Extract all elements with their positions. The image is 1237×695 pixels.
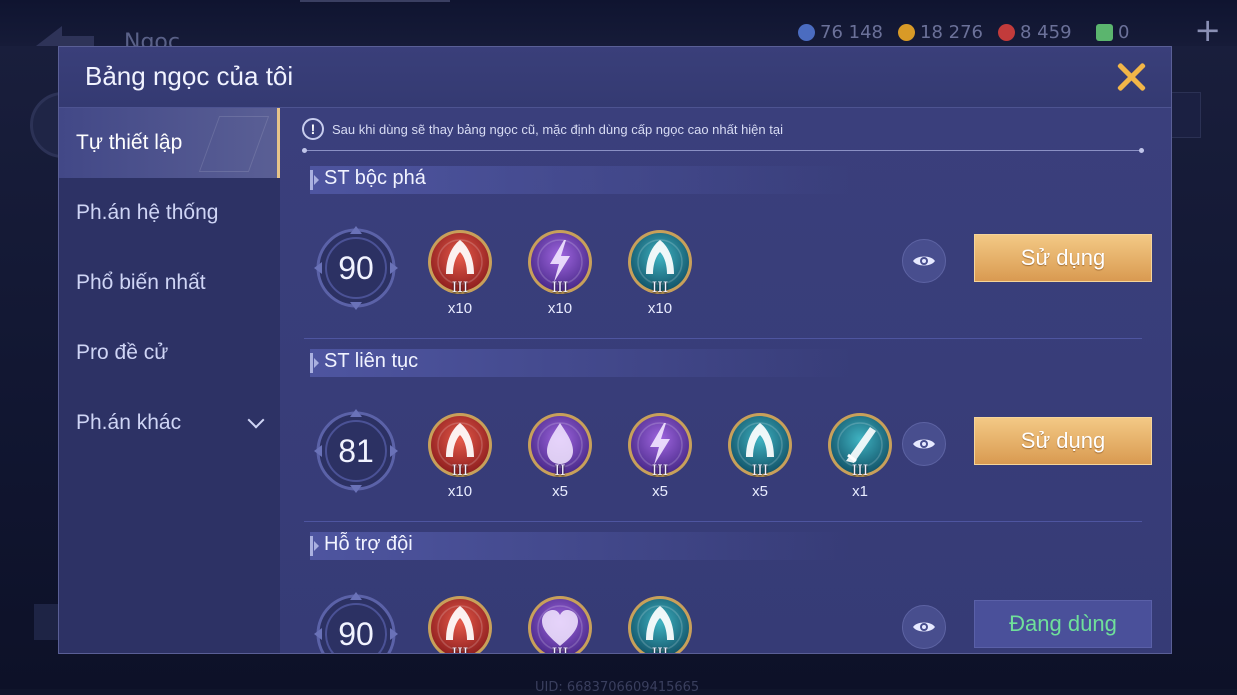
gem-count: x5 <box>752 483 768 500</box>
sidebar-item-pro[interactable]: Pro đề cử <box>59 318 280 388</box>
gem-teal[interactable]: III x1 <box>826 411 894 503</box>
gem-tier: III <box>551 280 569 296</box>
sidebar-item-label: Tự thiết lập <box>76 131 183 154</box>
gem-count: x10 <box>647 300 673 317</box>
currency-value: 76 148 <box>820 22 883 43</box>
notice-text: Sau khi dùng sẽ thay bảng ngọc cũ, mặc đ… <box>332 121 783 137</box>
sidebar-item-label: Pro đề cử <box>76 341 169 364</box>
eye-icon <box>913 439 935 449</box>
gem-level-value: 90 <box>338 615 374 652</box>
preview-button[interactable] <box>902 239 946 283</box>
gem-set-name: ST liên tục <box>324 350 419 372</box>
top-divider <box>300 0 450 2</box>
gem-level-value: 90 <box>338 249 374 286</box>
in-use-button[interactable]: Đang dùng <box>974 600 1152 648</box>
gem-tier: III <box>551 646 569 654</box>
modal-header: Bảng ngọc của tôi <box>59 47 1171 108</box>
sidebar-item-popular[interactable]: Phổ biến nhất <box>59 248 280 318</box>
gem-level-badge: 90 <box>314 226 398 310</box>
gem-tier: III <box>451 280 469 296</box>
section-divider <box>304 338 1142 339</box>
currency-value: 8 459 <box>1020 22 1072 43</box>
gem-tier: II <box>554 463 566 479</box>
gem-level-value: 81 <box>338 432 374 469</box>
gem-purple[interactable]: III x10 <box>526 228 594 320</box>
eye-icon <box>913 622 935 632</box>
diamond-icon <box>798 24 815 41</box>
gem-set: Hỗ trợ đội 90 IIIx10 IIIx10 IIIx10 Đang dùng <box>280 532 1171 654</box>
currency-voucher: 0 <box>1096 22 1129 43</box>
info-icon: ! <box>302 118 324 140</box>
gem-set-name: ST bộc phá <box>324 167 426 189</box>
gem-set-header: ST liên tục <box>310 349 850 377</box>
sidebar: Tự thiết lập Ph.án hệ thống Phổ biến nhấ… <box>59 108 280 653</box>
sidebar-item-system[interactable]: Ph.án hệ thống <box>59 178 280 248</box>
preview-button[interactable] <box>902 605 946 649</box>
close-button[interactable] <box>1115 61 1147 93</box>
gem-level-badge: 81 <box>314 409 398 493</box>
modal-title: Bảng ngọc của tôi <box>85 61 294 91</box>
sidebar-item-label: Ph.án khác <box>76 411 182 434</box>
gem-teal[interactable]: IIIx10 <box>626 594 694 654</box>
gem-red[interactable]: III x10 <box>426 228 494 320</box>
sidebar-item-label: Phổ biến nhất <box>76 271 206 294</box>
gem-tier: III <box>451 646 469 654</box>
chevron-down-icon <box>247 411 265 429</box>
section-divider <box>304 521 1142 522</box>
voucher-icon <box>1096 24 1113 41</box>
gem-red[interactable]: III x10 <box>426 411 494 503</box>
gem-set: ST liên tục 81 III x10 II x5 III x5 III x5 III x1 Sử… <box>280 349 1171 531</box>
currency-diamond: 76 148 <box>798 22 883 43</box>
gem-set: ST bộc phá 90 III x10 III x10 III x10 Sử dụng <box>280 166 1171 348</box>
gem-red[interactable]: IIIx10 <box>426 594 494 654</box>
gem-set-name: Hỗ trợ đội <box>324 533 413 555</box>
gem-heart-icon <box>528 596 592 653</box>
gem-count: x5 <box>652 483 668 500</box>
gem-teal[interactable]: III x5 <box>726 411 794 503</box>
gem-tier: III <box>751 463 769 479</box>
sidebar-item-custom[interactable]: Tự thiết lập <box>59 108 280 178</box>
gold-coin-icon <box>898 24 915 41</box>
gem-teal[interactable]: III x10 <box>626 228 694 320</box>
notice-divider <box>302 148 1144 153</box>
currency-value: 0 <box>1118 22 1130 43</box>
gem-count: x10 <box>447 300 473 317</box>
use-button[interactable]: Sử dụng <box>974 417 1152 465</box>
add-currency-button[interactable]: + <box>1194 14 1221 46</box>
gem-set-header: ST bộc phá <box>310 166 850 194</box>
gem-arch-icon <box>428 596 492 653</box>
gem-count: x1 <box>852 483 868 500</box>
gem-purple[interactable]: III x5 <box>626 411 694 503</box>
gem-level-badge: 90 <box>314 592 398 653</box>
preview-button[interactable] <box>902 422 946 466</box>
sidebar-item-other[interactable]: Ph.án khác <box>59 388 280 458</box>
gem-tier: III <box>451 463 469 479</box>
use-button[interactable]: Sử dụng <box>974 234 1152 282</box>
top-bar: Ngọc 76 148 18 276 8 459 0 + <box>0 0 1237 55</box>
gem-tier: III <box>651 463 669 479</box>
gem-count: x10 <box>547 300 573 317</box>
currency-value: 18 276 <box>920 22 983 43</box>
red-gem-icon <box>998 24 1015 41</box>
gem-tier: III <box>651 280 669 296</box>
notice: ! Sau khi dùng sẽ thay bảng ngọc cũ, mặc… <box>302 118 783 140</box>
currency-red-gem: 8 459 <box>998 22 1072 43</box>
sidebar-item-label: Ph.án hệ thống <box>76 201 219 224</box>
currency-gold: 18 276 <box>898 22 983 43</box>
gem-set-header: Hỗ trợ đội <box>310 532 850 560</box>
gem-tier: III <box>851 463 869 479</box>
gem-purple[interactable]: IIIx10 <box>526 594 594 654</box>
uid-label: UID: 6683706609415665 <box>535 680 700 695</box>
gem-count: x10 <box>447 483 473 500</box>
gem-set-list[interactable]: ! Sau khi dùng sẽ thay bảng ngọc cũ, mặc… <box>280 108 1171 654</box>
gem-arch-icon <box>628 596 692 653</box>
gem-purple[interactable]: II x5 <box>526 411 594 503</box>
eye-icon <box>913 256 935 266</box>
gem-count: x5 <box>552 483 568 500</box>
gem-tier: III <box>651 646 669 654</box>
gem-set-modal: Bảng ngọc của tôi Tự thiết lập Ph.án hệ … <box>58 46 1172 654</box>
